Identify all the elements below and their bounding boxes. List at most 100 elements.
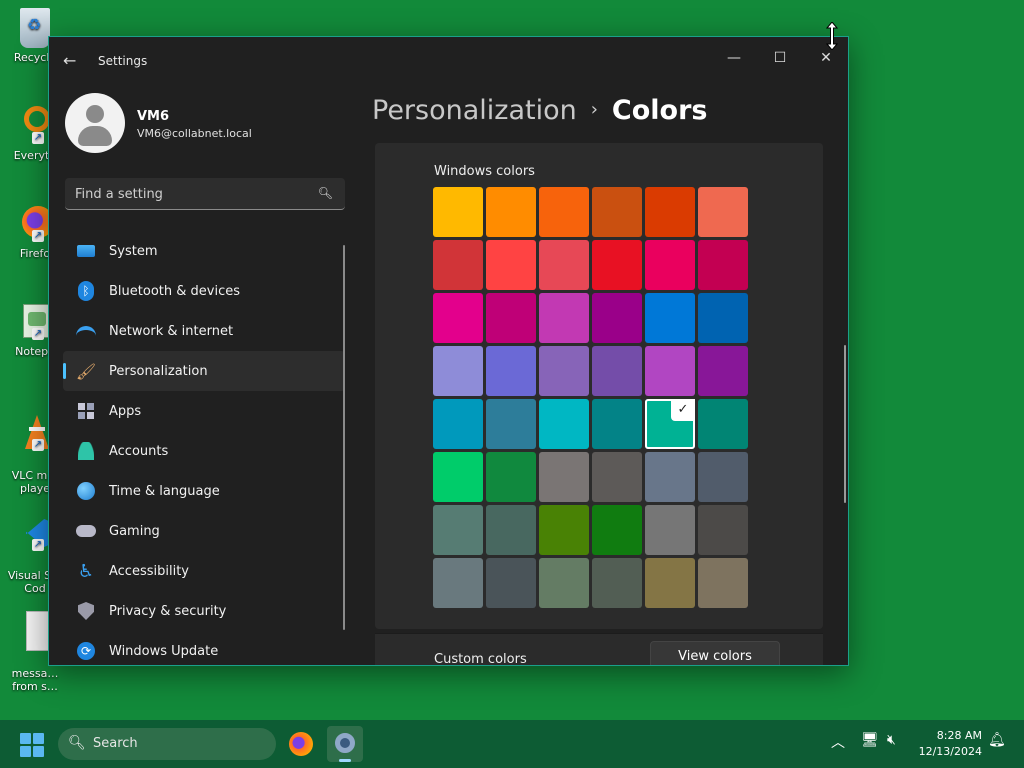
color-swatch[interactable] [645, 240, 695, 290]
update-icon: ⟳ [75, 640, 97, 662]
sidebar-item-label: Privacy & security [109, 603, 227, 619]
color-swatch[interactable] [539, 346, 589, 396]
color-swatch[interactable] [592, 187, 642, 237]
color-swatch[interactable] [698, 240, 748, 290]
color-swatch[interactable] [539, 505, 589, 555]
color-swatch[interactable] [698, 399, 748, 449]
avatar[interactable] [65, 93, 125, 153]
color-swatch[interactable]: ✓ [645, 399, 695, 449]
color-swatch[interactable] [433, 399, 483, 449]
sidebar-item-accessibility[interactable]: ♿︎ Accessibility [63, 551, 345, 591]
sidebar-item-windows-update[interactable]: ⟳ Windows Update [63, 631, 345, 665]
color-swatch[interactable] [539, 558, 589, 608]
vlc-cone-icon: ↗ [18, 413, 52, 453]
chevron-up-icon[interactable]: ︿ [831, 732, 845, 752]
content-scrollbar[interactable] [844, 345, 846, 503]
sidebar-item-personalization[interactable]: 🖌︎ Personalization [63, 351, 345, 391]
color-swatch[interactable] [539, 240, 589, 290]
color-swatch[interactable] [645, 293, 695, 343]
shield-icon [75, 600, 97, 622]
color-swatch[interactable] [698, 452, 748, 502]
sidebar-item-gaming[interactable]: Gaming [63, 511, 345, 551]
taskbar-settings[interactable] [327, 726, 363, 762]
color-swatch[interactable] [698, 558, 748, 608]
color-swatch[interactable] [486, 187, 536, 237]
color-swatch[interactable] [645, 452, 695, 502]
color-swatch[interactable] [698, 293, 748, 343]
color-swatch[interactable] [645, 558, 695, 608]
back-arrow-icon[interactable]: ← [63, 51, 81, 71]
maximize-button[interactable]: ☐ [757, 43, 803, 73]
color-swatch[interactable] [486, 505, 536, 555]
avatar-head-icon [86, 105, 104, 123]
title-bar[interactable]: ← Settings — ☐ ✕ [49, 37, 848, 85]
minimize-button[interactable]: — [711, 43, 757, 73]
network-icon[interactable]: 🖥︎ [861, 732, 879, 748]
color-swatch[interactable] [592, 293, 642, 343]
search-icon[interactable]: 🔍︎ [318, 186, 333, 200]
color-swatch[interactable] [645, 346, 695, 396]
color-swatch[interactable] [539, 452, 589, 502]
breadcrumb-parent[interactable]: Personalization [372, 95, 577, 126]
color-swatch[interactable] [433, 558, 483, 608]
color-swatch[interactable] [592, 505, 642, 555]
color-swatch[interactable] [486, 240, 536, 290]
color-swatch[interactable] [539, 187, 589, 237]
firefox-icon: ↗ [18, 204, 54, 244]
notification-bell-icon[interactable]: 🔔︎ [988, 732, 1006, 748]
color-swatch[interactable] [645, 187, 695, 237]
gamepad-icon [75, 520, 97, 542]
color-swatch[interactable] [486, 293, 536, 343]
color-swatch[interactable] [433, 452, 483, 502]
color-swatch[interactable] [592, 399, 642, 449]
view-colors-button[interactable]: View colors [650, 641, 780, 665]
sidebar-item-network[interactable]: Network & internet [63, 311, 345, 351]
color-swatch[interactable] [592, 346, 642, 396]
apps-icon [75, 400, 97, 422]
everything-search-icon: ↗ [18, 106, 52, 146]
taskbar-firefox[interactable] [283, 726, 319, 762]
clock[interactable]: 8:28 AM 12/13/2024 [916, 728, 982, 760]
color-swatch[interactable] [486, 452, 536, 502]
windows-logo-icon [20, 733, 31, 744]
sidebar-item-apps[interactable]: Apps [63, 391, 345, 431]
color-swatch[interactable] [592, 558, 642, 608]
color-swatch[interactable] [433, 293, 483, 343]
color-swatch[interactable] [433, 505, 483, 555]
color-swatch[interactable] [592, 452, 642, 502]
accounts-icon [75, 440, 97, 462]
sidebar-item-label: Personalization [109, 363, 208, 379]
color-swatch[interactable] [698, 187, 748, 237]
shortcut-arrow-icon: ↗ [32, 328, 44, 340]
clock-date: 12/13/2024 [918, 745, 982, 758]
color-swatch[interactable] [486, 399, 536, 449]
color-swatch[interactable] [539, 399, 589, 449]
clock-time: 8:28 AM [936, 729, 982, 742]
taskbar-search[interactable]: 🔍︎ Search [58, 728, 276, 760]
sidebar-item-system[interactable]: System [63, 231, 345, 271]
sidebar-item-privacy[interactable]: Privacy & security [63, 591, 345, 631]
color-swatch[interactable] [539, 293, 589, 343]
search-input[interactable] [75, 185, 305, 203]
color-swatch[interactable] [433, 346, 483, 396]
page-title: Colors [611, 95, 708, 126]
color-swatch[interactable] [645, 505, 695, 555]
start-button[interactable] [20, 733, 44, 757]
sidebar-item-bluetooth[interactable]: ᛒ Bluetooth & devices [63, 271, 345, 311]
color-swatch[interactable] [698, 505, 748, 555]
sidebar-item-accounts[interactable]: Accounts [63, 431, 345, 471]
volume-muted-icon[interactable]: 🔇︎ [887, 732, 896, 748]
color-swatch[interactable] [486, 558, 536, 608]
sidebar-item-label: Time & language [109, 483, 220, 499]
color-swatch[interactable] [592, 240, 642, 290]
sidebar-scrollbar[interactable] [343, 245, 345, 630]
find-setting-search[interactable]: 🔍︎ [65, 178, 345, 210]
custom-colors-label: Custom colors [434, 652, 527, 666]
color-swatch[interactable] [698, 346, 748, 396]
color-swatch[interactable] [433, 240, 483, 290]
color-swatch[interactable] [433, 187, 483, 237]
color-swatch[interactable] [486, 346, 536, 396]
avatar-body-icon [78, 126, 112, 146]
sidebar-item-time-language[interactable]: Time & language [63, 471, 345, 511]
search-icon: 🔍︎ [68, 735, 86, 751]
